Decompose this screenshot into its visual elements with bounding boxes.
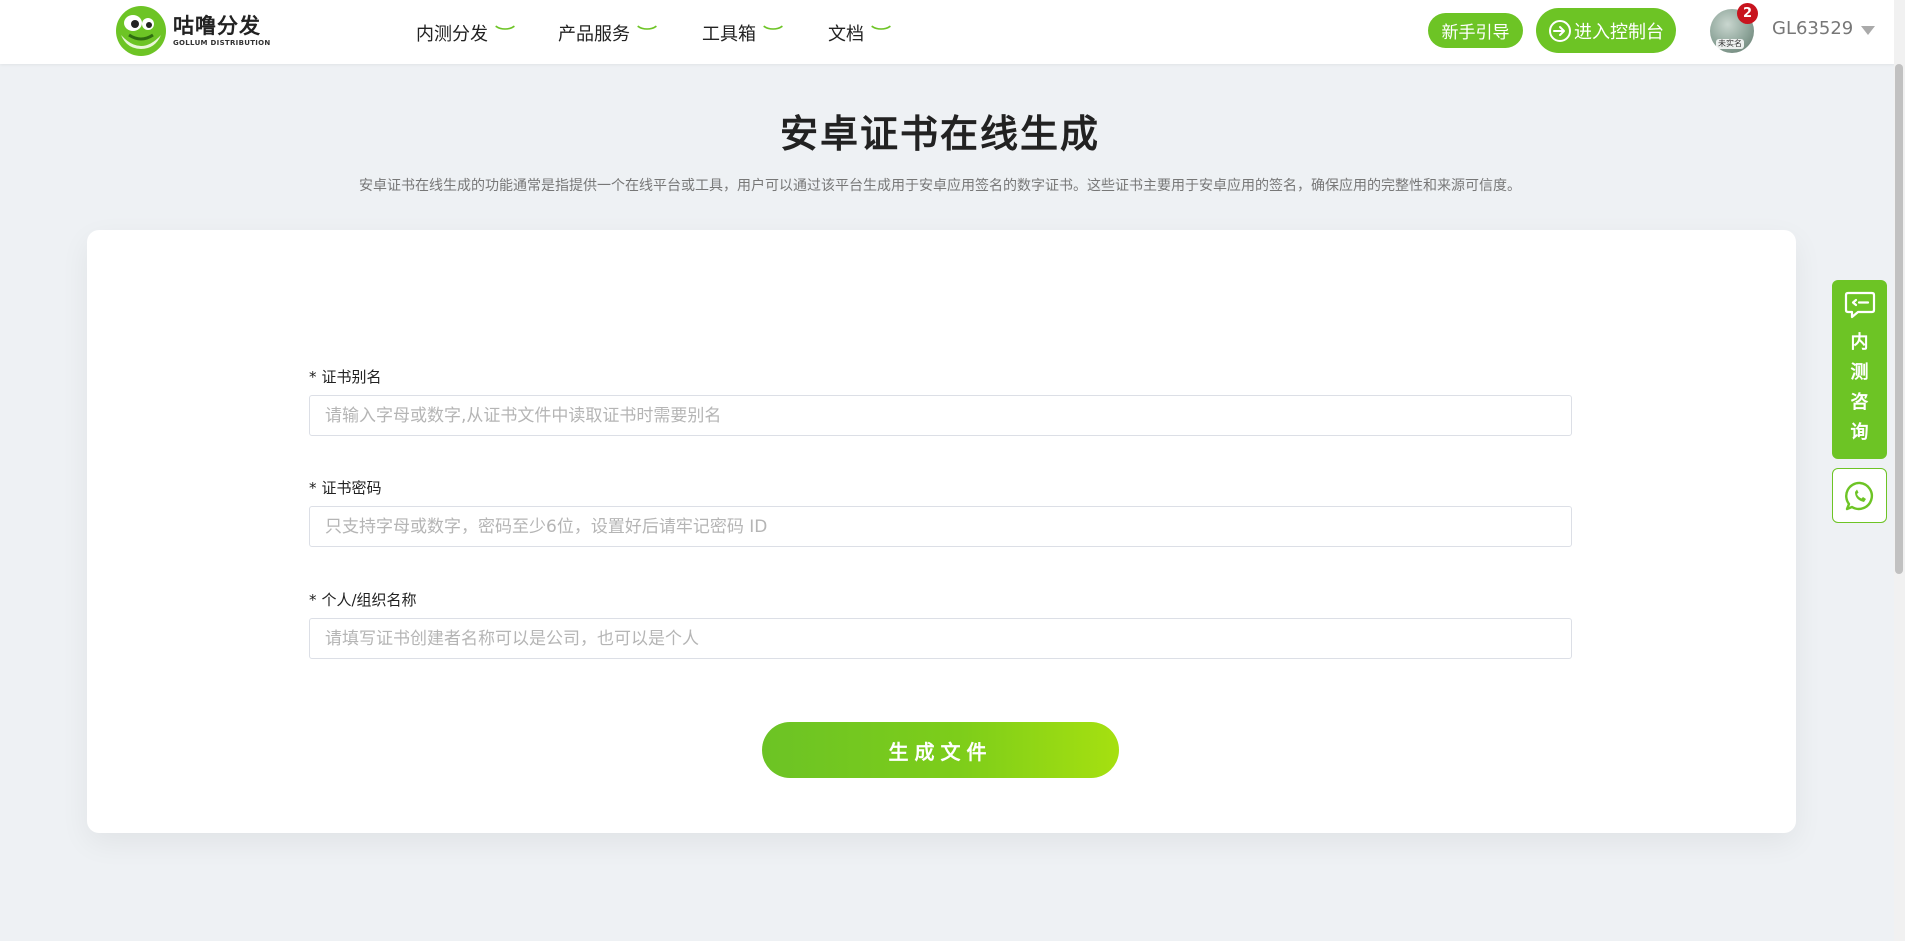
caret-down-icon[interactable]: [1861, 26, 1875, 35]
beta-consult-label: 内测咨询: [1850, 332, 1869, 443]
nav-item-beta-distribution[interactable]: 内测分发 ︶: [416, 20, 515, 46]
gollum-logo-icon: [116, 6, 166, 56]
logo-subtitle: GOLLUM DISTRIBUTION: [173, 39, 271, 47]
nav-item-label: 产品服务: [558, 24, 630, 45]
beginner-guide-button[interactable]: 新手引导: [1428, 13, 1523, 48]
nav-item-label: 内测分发: [416, 24, 488, 45]
page-title: 安卓证书在线生成: [779, 112, 1100, 156]
nav-item-products[interactable]: 产品服务 ︶: [558, 20, 657, 46]
enter-console-button[interactable]: 进入控制台: [1536, 8, 1676, 53]
cert-alias-input[interactable]: [309, 395, 1572, 436]
enter-console-label: 进入控制台: [1574, 21, 1664, 43]
required-mark: *: [309, 591, 317, 609]
owner-name-label: * 个人/组织名称: [309, 589, 417, 610]
generate-file-button[interactable]: 生成文件: [762, 722, 1119, 778]
chevron-down-icon: ︶: [637, 26, 657, 42]
cert-password-label: * 证书密码: [309, 477, 382, 498]
page-description: 安卓证书在线生成的功能通常是指提供一个在线平台或工具，用户可以通过该平台生成用于…: [359, 178, 1521, 194]
required-mark: *: [309, 368, 317, 386]
top-navbar: 咕噜分发 GOLLUM DISTRIBUTION 内测分发 ︶ 产品服务 ︶ 工…: [0, 0, 1895, 64]
login-icon: [1549, 19, 1571, 42]
owner-name-label-text: 个人/组织名称: [321, 591, 417, 609]
chat-widget[interactable]: [1832, 468, 1887, 523]
nav-item-label: 文档: [828, 24, 864, 45]
beta-consult-widget[interactable]: 内测咨询: [1832, 280, 1887, 459]
username[interactable]: GL63529: [1772, 18, 1853, 39]
logo-name: 咕噜分发: [173, 14, 261, 38]
cert-password-input[interactable]: [309, 506, 1572, 547]
required-mark: *: [309, 479, 317, 497]
nav-item-toolbox[interactable]: 工具箱 ︶: [702, 20, 783, 46]
cert-alias-label: * 证书别名: [309, 366, 382, 387]
owner-name-input[interactable]: [309, 618, 1572, 659]
notification-badge[interactable]: 2: [1737, 3, 1758, 24]
scrollbar-thumb[interactable]: [1895, 64, 1903, 574]
chevron-down-icon: ︶: [871, 26, 891, 42]
message-icon: [1844, 291, 1875, 319]
chevron-down-icon: ︶: [495, 26, 515, 42]
cert-alias-label-text: 证书别名: [321, 368, 382, 386]
nav-item-label: 工具箱: [702, 24, 756, 45]
brand-logo[interactable]: 咕噜分发 GOLLUM DISTRIBUTION: [115, 5, 271, 57]
cert-password-label-text: 证书密码: [321, 479, 382, 497]
whatsapp-icon: [1844, 481, 1873, 510]
nav-item-docs[interactable]: 文档 ︶: [828, 20, 891, 46]
chevron-down-icon: ︶: [763, 26, 783, 42]
verification-tag: 未实名: [1716, 39, 1744, 49]
